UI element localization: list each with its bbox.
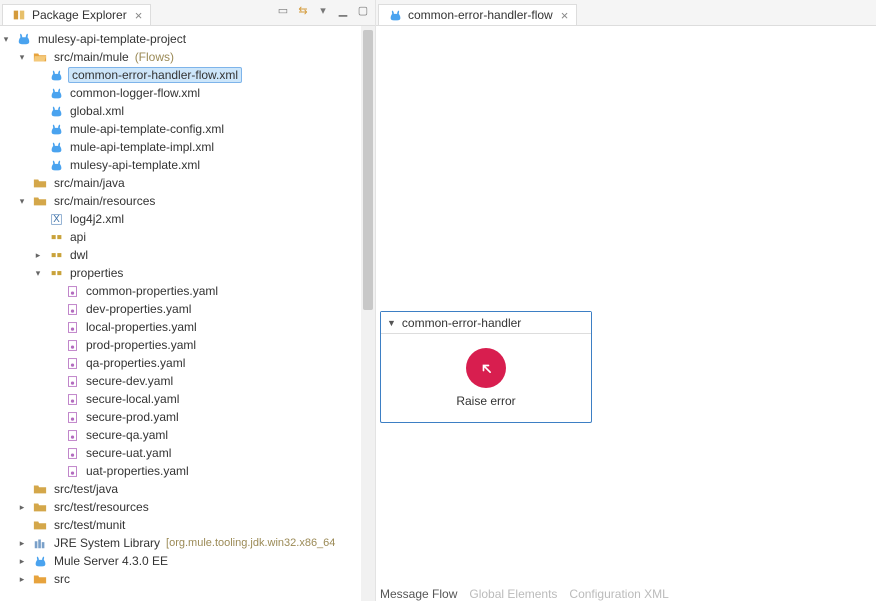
file-common-logger-flow[interactable]: ·common-logger-flow.xml (32, 84, 375, 102)
editor-tabbar: common-error-handler-flow × (376, 0, 876, 26)
folder-open-icon (32, 49, 48, 65)
svg-text:X: X (53, 213, 60, 224)
folder-src-test-java[interactable]: ·src/test/java (16, 480, 375, 498)
mule-config-icon (48, 85, 64, 101)
mule-config-icon (48, 139, 64, 155)
yaml-file[interactable]: ·dev-properties.yaml (48, 300, 375, 318)
bottom-tab-config-xml[interactable]: Configuration XML (569, 587, 668, 601)
flow-container[interactable]: ▼ common-error-handler Raise error (380, 311, 592, 423)
folder-properties[interactable]: ▾properties (32, 264, 375, 282)
mule-server[interactable]: ▸Mule Server 4.3.0 EE (16, 552, 375, 570)
package-folder-icon (32, 517, 48, 533)
file-global[interactable]: ·global.xml (32, 102, 375, 120)
view-menu-icon[interactable]: ▾ (315, 2, 331, 18)
mule-project-icon (16, 31, 32, 47)
package-folder-icon (32, 499, 48, 515)
project-node[interactable]: ▾ mulesy-api-template-project (0, 30, 375, 48)
folder-src-main-java[interactable]: ·src/main/java (16, 174, 375, 192)
mule-config-icon (48, 67, 64, 83)
editor-tab[interactable]: common-error-handler-flow × (378, 4, 577, 25)
package-explorer-tab[interactable]: Package Explorer × (2, 4, 151, 25)
file-mule-api-template-impl[interactable]: ·mule-api-template-impl.xml (32, 138, 375, 156)
tree-scrollbar[interactable] (361, 26, 375, 601)
yaml-file[interactable]: ·common-properties.yaml (48, 282, 375, 300)
link-editor-icon[interactable]: ⇆ (295, 2, 311, 18)
library-icon (32, 535, 48, 551)
yaml-file[interactable]: ·uat-properties.yaml (48, 462, 375, 480)
folder-src-test-resources[interactable]: ▸src/test/resources (16, 498, 375, 516)
mule-server-icon (32, 553, 48, 569)
maximize-icon[interactable]: ▢ (355, 2, 371, 18)
file-log4j2[interactable]: ·Xlog4j2.xml (32, 210, 375, 228)
folder-src-main-mule[interactable]: ▾ src/main/mule (Flows) (16, 48, 375, 66)
file-mule-api-template-config[interactable]: ·mule-api-template-config.xml (32, 120, 375, 138)
jre-library[interactable]: ▸JRE System Library [org.mule.tooling.jd… (16, 534, 375, 552)
folder-icon (32, 571, 48, 587)
package-folder-icon (32, 175, 48, 191)
package-folder-icon (32, 481, 48, 497)
file-mulesy-api-template[interactable]: ·mulesy-api-template.xml (32, 156, 375, 174)
yaml-file-icon (64, 337, 80, 353)
folder-src[interactable]: ▸src (16, 570, 375, 588)
yaml-file[interactable]: ·secure-dev.yaml (48, 372, 375, 390)
yaml-file-icon (64, 409, 80, 425)
yaml-file-icon (64, 373, 80, 389)
folder-api[interactable]: ·api (32, 228, 375, 246)
mule-config-icon (48, 121, 64, 137)
yaml-file-icon (64, 445, 80, 461)
folder-dwl[interactable]: ▸dwl (32, 246, 375, 264)
scrollbar-thumb[interactable] (363, 30, 373, 310)
package-explorer-tabbar: Package Explorer × ▭ ⇆ ▾ ▁ ▢ (0, 0, 375, 26)
collapse-icon[interactable]: ▼ (387, 318, 396, 328)
package-icon (48, 265, 64, 281)
mule-config-icon (48, 103, 64, 119)
collapse-all-icon[interactable]: ▭ (275, 2, 291, 18)
xml-file-icon: X (48, 211, 64, 227)
yaml-file-icon (64, 463, 80, 479)
package-explorer-icon (11, 7, 27, 23)
package-icon (48, 229, 64, 245)
package-folder-icon (32, 193, 48, 209)
processor-label: Raise error (456, 394, 515, 408)
yaml-file[interactable]: ·qa-properties.yaml (48, 354, 375, 372)
yaml-file-icon (64, 283, 80, 299)
flow-title: common-error-handler (402, 316, 521, 330)
yaml-file-icon (64, 427, 80, 443)
flow-canvas[interactable]: ▼ common-error-handler Raise error Messa… (376, 26, 876, 601)
yaml-file[interactable]: ·secure-uat.yaml (48, 444, 375, 462)
tab-label: Package Explorer (32, 8, 127, 22)
close-icon[interactable]: × (561, 8, 569, 23)
yaml-file-icon (64, 355, 80, 371)
yaml-file[interactable]: ·secure-local.yaml (48, 390, 375, 408)
package-icon (48, 247, 64, 263)
yaml-file[interactable]: ·secure-qa.yaml (48, 426, 375, 444)
yaml-file[interactable]: ·local-properties.yaml (48, 318, 375, 336)
editor-bottom-tabs: Message Flow Global Elements Configurati… (380, 581, 669, 601)
package-explorer-tree: ▾ mulesy-api-template-project ▾ src/ma (0, 26, 375, 598)
mule-config-icon (48, 157, 64, 173)
bottom-tab-global-elements[interactable]: Global Elements (469, 587, 557, 601)
flow-header[interactable]: ▼ common-error-handler (381, 312, 591, 334)
mule-config-icon (387, 7, 403, 23)
minimize-icon[interactable]: ▁ (335, 2, 351, 18)
yaml-file-icon (64, 301, 80, 317)
file-common-error-handler-flow[interactable]: ·common-error-handler-flow.xml (32, 66, 375, 84)
close-icon[interactable]: × (135, 8, 143, 23)
raise-error-icon[interactable] (466, 348, 506, 388)
yaml-file-icon (64, 391, 80, 407)
tab-label: common-error-handler-flow (408, 8, 553, 22)
folder-src-test-munit[interactable]: ·src/test/munit (16, 516, 375, 534)
yaml-file-icon (64, 319, 80, 335)
bottom-tab-message-flow[interactable]: Message Flow (380, 587, 457, 601)
folder-src-main-resources[interactable]: ▾src/main/resources (16, 192, 375, 210)
yaml-file[interactable]: ·prod-properties.yaml (48, 336, 375, 354)
yaml-file[interactable]: ·secure-prod.yaml (48, 408, 375, 426)
